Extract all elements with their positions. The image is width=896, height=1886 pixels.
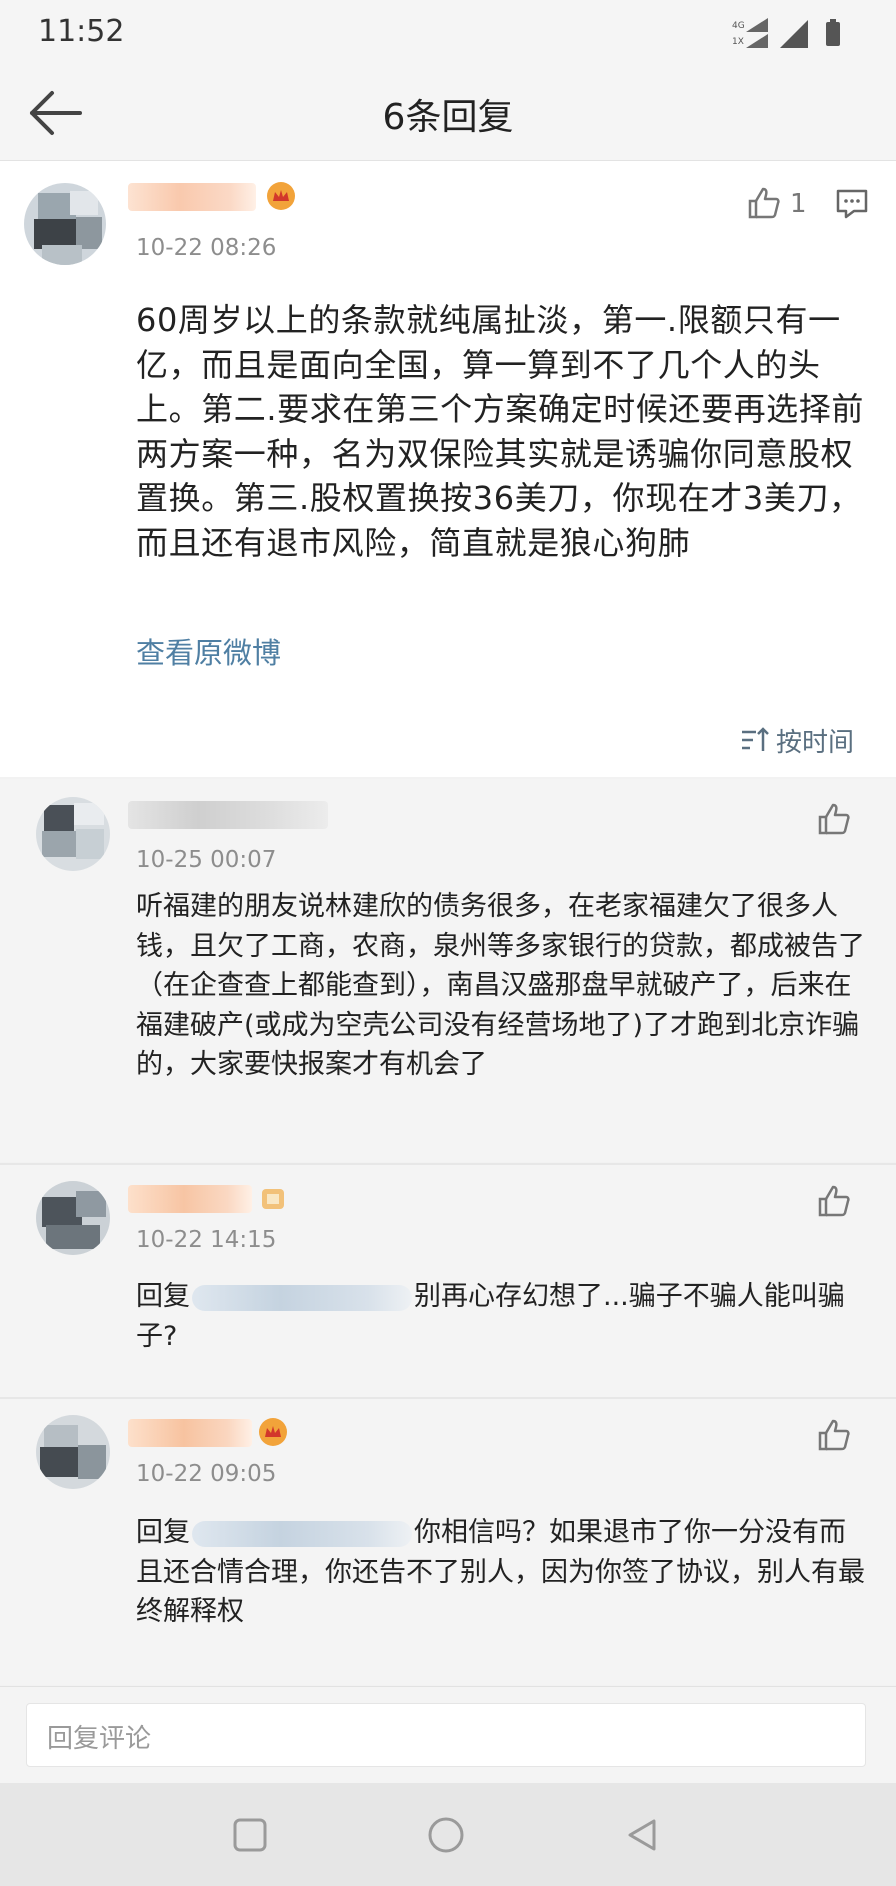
reply-input-bar: 回复评论 [0, 1686, 896, 1783]
reply-item: 10-25 00:07 听福建的朋友说林建欣的债务很多，在老家福建欠了很多人钱，… [0, 779, 896, 1162]
thumbs-up-icon [818, 803, 850, 835]
reply-prefix: 回复 [136, 1517, 190, 1548]
page-title: 6条回复 [382, 97, 514, 138]
reply-text: 听福建的朋友说林建欣的债务很多，在老家福建欠了很多人钱，且欠了工商，农商，泉州等… [136, 891, 865, 1081]
network-type-4g: 4G [732, 21, 745, 31]
mention-blurred[interactable] [192, 1284, 412, 1311]
username-blurred[interactable] [128, 801, 328, 829]
circle-icon [428, 1817, 464, 1853]
username-blurred[interactable] [128, 1185, 252, 1213]
avatar[interactable] [36, 1181, 110, 1255]
home-button[interactable] [424, 1813, 468, 1857]
avatar[interactable] [36, 797, 110, 871]
avatar[interactable] [36, 1415, 110, 1489]
reply-text-block: 回复 别再心存幻想了...骗子不骗人能叫骗子? [136, 1277, 866, 1356]
signal-icon-2 [746, 34, 768, 48]
username-blurred[interactable] [128, 183, 256, 211]
like-button[interactable] [814, 799, 854, 839]
like-count: 1 [790, 189, 807, 219]
comment-time: 10-22 08:26 [136, 235, 277, 261]
reply-text-block: 回复 你相信吗？如果退市了你一分没有而且还合情合理，你还告不了别人，因为你签了协议… [136, 1513, 866, 1632]
reply-input-placeholder: 回复评论 [47, 1724, 152, 1754]
crown-badge-icon [266, 181, 296, 211]
wifi-signal-icon [780, 20, 808, 48]
thumbs-up-icon [818, 1185, 850, 1217]
badge-icon [258, 1183, 288, 1213]
reply-time: 10-25 00:07 [136, 847, 277, 873]
network-type-1x: 1X [732, 37, 744, 47]
comment-button[interactable] [834, 185, 870, 221]
avatar[interactable] [24, 183, 106, 265]
comment-text: 60周岁以上的条款就纯属扯淡，第一.限额只有一亿，而且是面向全国，算一算到不了几… [136, 301, 864, 562]
system-nav-bar [0, 1783, 896, 1886]
reply-item: 10-22 14:15 回复 别再心存幻想了...骗子不骗人能叫骗子? [0, 1165, 896, 1397]
signal-icon [746, 18, 768, 32]
reply-comment-input[interactable]: 回复评论 [26, 1703, 866, 1767]
thumbs-up-icon [748, 187, 780, 219]
square-icon [233, 1818, 267, 1852]
status-bar: 11:52 4G 1X [0, 0, 896, 66]
status-icons: 4G 1X [726, 16, 866, 50]
back-nav-button[interactable] [620, 1813, 664, 1857]
comment-icon [836, 189, 868, 219]
triangle-back-icon [628, 1819, 656, 1851]
crown-badge-icon [258, 1417, 288, 1447]
like-button[interactable] [814, 1415, 854, 1455]
header: 6条回复 [0, 66, 896, 161]
status-time: 11:52 [38, 14, 125, 49]
like-button[interactable] [744, 183, 784, 223]
recent-apps-button[interactable] [228, 1813, 272, 1857]
reply-item: 10-22 09:05 回复 你相信吗？如果退市了你一分没有而且还合情合理，你还告… [0, 1399, 896, 1685]
sort-icon [741, 727, 769, 751]
reply-time: 10-22 09:05 [136, 1461, 277, 1487]
view-original-link[interactable]: 查看原微博 [136, 630, 281, 672]
thumbs-up-icon [818, 1419, 850, 1451]
sort-by-time-button[interactable]: 按时间 [740, 722, 854, 758]
battery-icon [826, 22, 840, 46]
reply-prefix: 回复 [136, 1281, 190, 1312]
username-blurred[interactable] [128, 1419, 252, 1447]
like-button[interactable] [814, 1181, 854, 1221]
reply-time: 10-22 14:15 [136, 1227, 277, 1253]
mention-blurred[interactable] [192, 1520, 412, 1547]
sort-label: 按时间 [775, 727, 854, 758]
